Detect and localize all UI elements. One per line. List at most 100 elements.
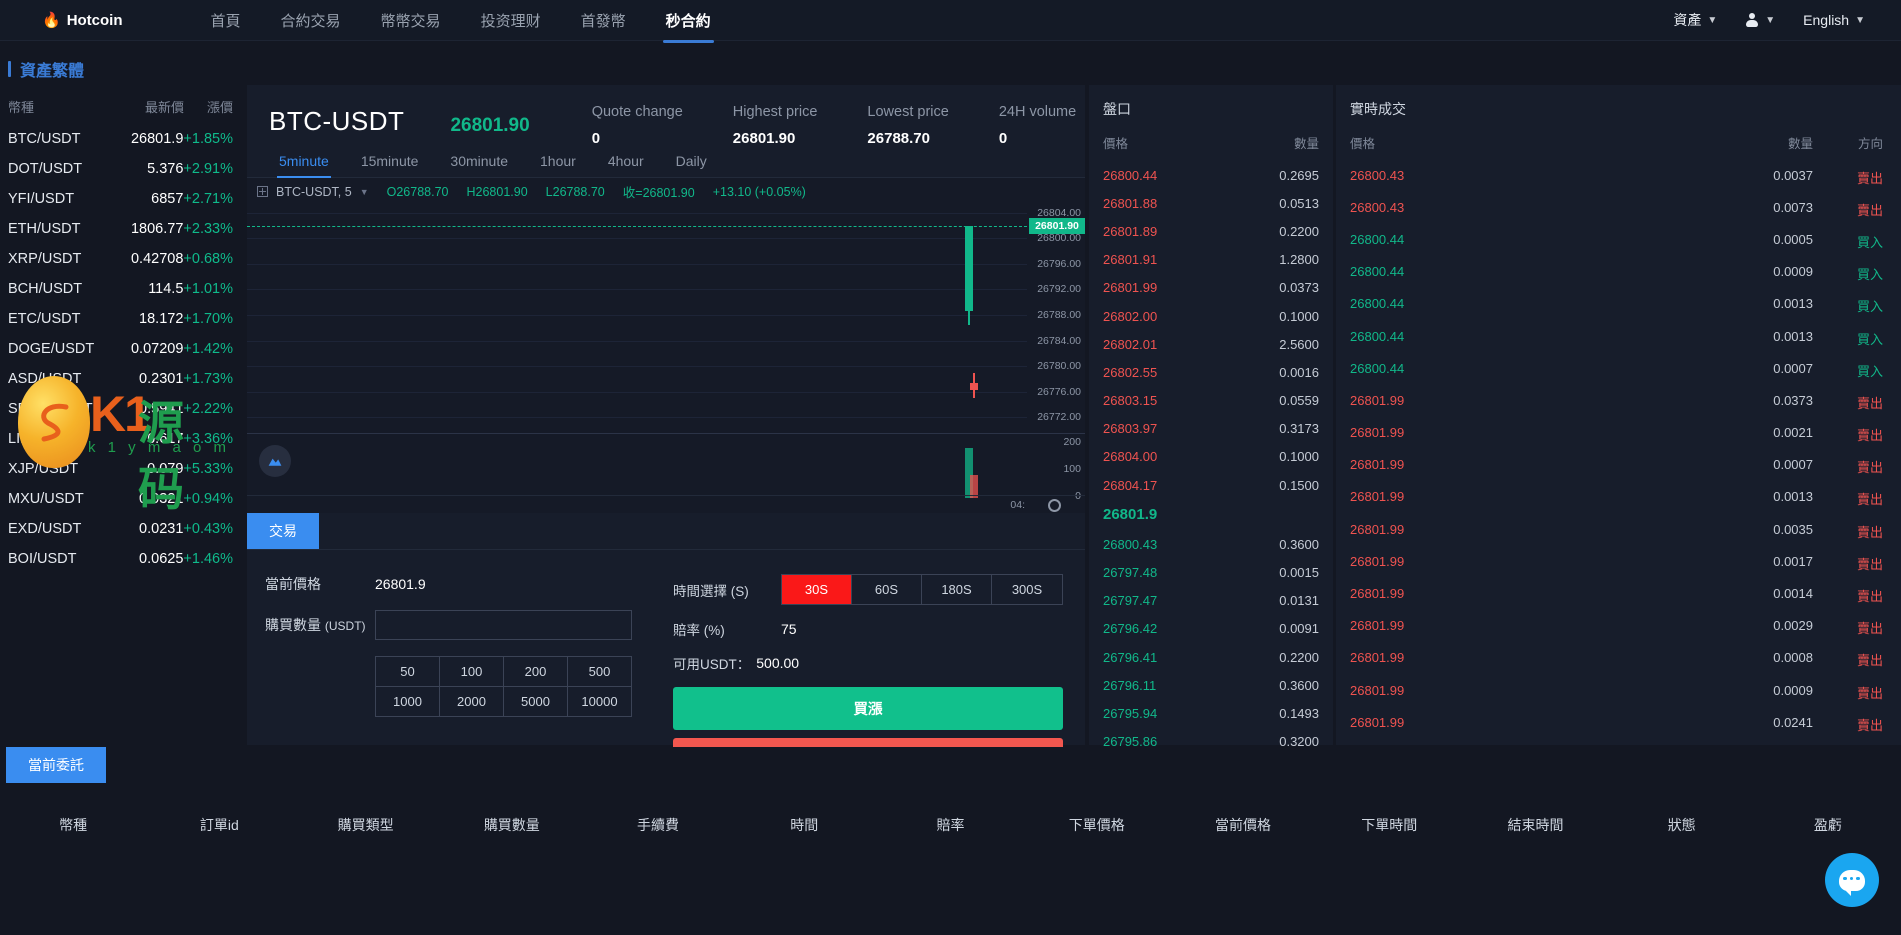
coin-row[interactable]: ETC/USDT18.172+1.70% — [0, 304, 245, 334]
nav-link-coin-trading[interactable]: 幣幣交易 — [381, 10, 441, 31]
coin-row[interactable]: XRP/USDT0.42708+0.68% — [0, 244, 245, 274]
nav-link-investment[interactable]: 投资理财 — [481, 10, 541, 31]
order-price: 26801.99 — [1103, 280, 1239, 295]
chat-support-button[interactable] — [1825, 853, 1879, 907]
coin-change: +0.68% — [183, 251, 233, 267]
trade-row: 26800.430.0073賣出 — [1336, 193, 1901, 225]
coin-price: 5.376 — [104, 161, 184, 177]
order-book-bid-row[interactable]: 26800.430.3600 — [1089, 530, 1333, 558]
order-qty: 2.5600 — [1239, 337, 1319, 352]
chart-plot-area[interactable] — [247, 200, 1027, 430]
nav-link-contract-trading[interactable]: 合約交易 — [281, 10, 341, 31]
chart-symbol-label[interactable]: BTC-USDT, 5 — [276, 185, 352, 199]
trade-direction: 賣出 — [1813, 457, 1883, 476]
orders-column-header: 購買類型 — [292, 815, 438, 835]
tab-5minute[interactable]: 5minute — [263, 149, 345, 177]
coin-price: 0.0231 — [104, 521, 184, 537]
order-book-bid-row[interactable]: 26796.420.0091 — [1089, 615, 1333, 643]
orders-column-header: 狀態 — [1609, 815, 1755, 835]
chart-axis-tick: 26796.00 — [1037, 258, 1081, 270]
duration-60s[interactable]: 60S — [852, 575, 922, 604]
quick-amount-100[interactable]: 100 — [440, 657, 504, 687]
trade-qty: 0.0008 — [1683, 650, 1813, 669]
duration-30s[interactable]: 30S — [782, 575, 852, 604]
order-book-ask-row[interactable]: 26804.000.1000 — [1089, 443, 1333, 471]
coin-row[interactable]: ETH/USDT1806.77+2.33% — [0, 214, 245, 244]
user-menu[interactable]: ▼ — [1745, 13, 1775, 27]
coin-row[interactable]: MXU/USDT0.0321+0.94% — [0, 484, 245, 514]
order-book-ask-row[interactable]: 26803.970.3173 — [1089, 415, 1333, 443]
coin-row[interactable]: BTC/USDT26801.9+1.85% — [0, 124, 245, 154]
coin-change: +2.71% — [183, 191, 233, 207]
tab-1hour[interactable]: 1hour — [524, 149, 592, 177]
nav-link-launchpad[interactable]: 首發幣 — [581, 10, 626, 31]
chevron-down-icon[interactable]: ▼ — [360, 187, 369, 197]
coin-col-price: 最新價 — [104, 97, 184, 116]
tab-daily[interactable]: Daily — [660, 149, 723, 177]
coin-row[interactable]: ASD/USDT0.2301+1.73% — [0, 364, 245, 394]
coin-row[interactable]: SDAO/USDT0.5941+2.22% — [0, 394, 245, 424]
trade-row: 26800.440.0007買入 — [1336, 354, 1901, 386]
gear-icon[interactable] — [1048, 499, 1061, 512]
nav-link-home[interactable]: 首頁 — [211, 10, 241, 31]
trade-direction: 買入 — [1813, 329, 1883, 348]
orders-column-header: 手續費 — [585, 815, 731, 835]
quick-amount-200[interactable]: 200 — [504, 657, 568, 687]
quick-amount-5000[interactable]: 5000 — [504, 687, 568, 717]
trades-col-direction: 方向 — [1813, 133, 1883, 152]
tab-15minute[interactable]: 15minute — [345, 149, 435, 177]
language-menu[interactable]: English ▼ — [1803, 12, 1865, 28]
order-book-ask-row[interactable]: 26801.880.0513 — [1089, 189, 1333, 217]
order-book-bid-row[interactable]: 26795.940.1493 — [1089, 699, 1333, 727]
order-book-ask-row[interactable]: 26802.550.0016 — [1089, 358, 1333, 386]
duration-300s[interactable]: 300S — [992, 575, 1062, 604]
quick-amount-1000[interactable]: 1000 — [376, 687, 440, 717]
order-book-bid-row[interactable]: 26797.470.0131 — [1089, 587, 1333, 615]
order-book-ask-row[interactable]: 26801.990.0373 — [1089, 274, 1333, 302]
quick-amount-2000[interactable]: 2000 — [440, 687, 504, 717]
trade-row: 26801.990.0035賣出 — [1336, 515, 1901, 547]
coin-row[interactable]: YFI/USDT6857+2.71% — [0, 184, 245, 214]
coin-row[interactable]: EXD/USDT0.0231+0.43% — [0, 514, 245, 544]
tab-30minute[interactable]: 30minute — [434, 149, 524, 177]
order-book-ask-row[interactable]: 26800.440.2695 — [1089, 161, 1333, 189]
trade-direction: 賣出 — [1813, 586, 1883, 605]
amount-input[interactable] — [375, 610, 632, 640]
trade-qty: 0.0017 — [1683, 554, 1813, 573]
order-book-bid-row[interactable]: 26797.480.0015 — [1089, 558, 1333, 586]
expand-icon[interactable] — [257, 186, 268, 197]
tab-current-orders[interactable]: 當前委託 — [6, 747, 106, 783]
order-book-ask-row[interactable]: 26801.890.2200 — [1089, 217, 1333, 245]
coin-row[interactable]: DOT/USDT5.376+2.91% — [0, 154, 245, 184]
chart-gridline — [247, 264, 1027, 265]
coin-row[interactable]: BOI/USDT0.0625+1.46% — [0, 544, 245, 574]
coin-row[interactable]: LINK/USDT6.617+3.36% — [0, 424, 245, 454]
quick-amount-10000[interactable]: 10000 — [568, 687, 631, 717]
order-book-ask-row[interactable]: 26801.911.2800 — [1089, 246, 1333, 274]
order-book-bid-row[interactable]: 26796.110.3600 — [1089, 671, 1333, 699]
coin-row[interactable]: DOGE/USDT0.07209+1.42% — [0, 334, 245, 364]
coin-row[interactable]: BCH/USDT114.5+1.01% — [0, 274, 245, 304]
amount-label-text: 購買數量 — [265, 617, 321, 633]
order-book-bid-row[interactable]: 26796.410.2200 — [1089, 643, 1333, 671]
coin-row[interactable]: XJP/USDT0.079+5.33% — [0, 454, 245, 484]
tab-4hour[interactable]: 4hour — [592, 149, 660, 177]
buy-up-button[interactable]: 買漲 — [673, 687, 1063, 730]
order-book-ask-row[interactable]: 26804.170.1500 — [1089, 471, 1333, 499]
assets-menu[interactable]: 資產 ▼ — [1673, 10, 1717, 30]
order-book-ask-row[interactable]: 26803.150.0559 — [1089, 387, 1333, 415]
quick-amount-50[interactable]: 50 — [376, 657, 440, 687]
order-book-ask-row[interactable]: 26802.000.1000 — [1089, 302, 1333, 330]
duration-180s[interactable]: 180S — [922, 575, 992, 604]
quick-amount-500[interactable]: 500 — [568, 657, 631, 687]
trade-direction: 買入 — [1813, 296, 1883, 315]
order-book-ask-row[interactable]: 26802.012.5600 — [1089, 330, 1333, 358]
nav-link-second-contract[interactable]: 秒合約 — [666, 10, 711, 31]
tab-trade[interactable]: 交易 — [247, 513, 319, 549]
trade-price: 26800.44 — [1350, 232, 1683, 251]
price-chart[interactable]: BTC-USDT, 5 ▼ O26788.70 H26801.90 L26788… — [247, 178, 1085, 513]
current-price-value: 26801.9 — [375, 576, 426, 592]
brand-logo[interactable]: 🔥 Hotcoin — [42, 11, 123, 29]
last-price: 26801.90 — [450, 99, 529, 137]
chart-indicator-button[interactable] — [259, 445, 291, 477]
